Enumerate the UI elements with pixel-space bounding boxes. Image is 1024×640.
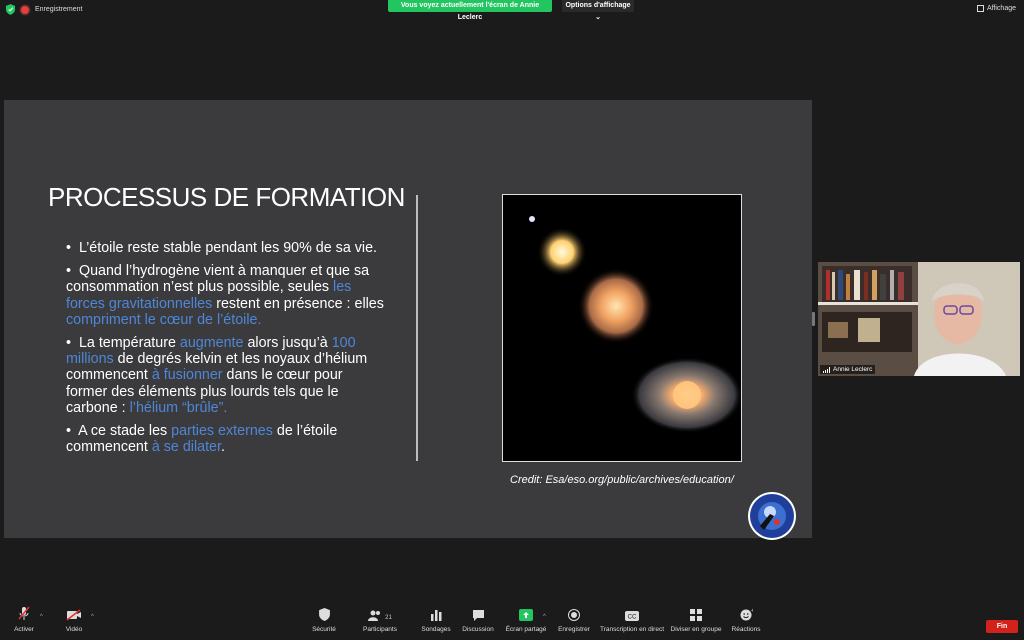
polls-chart-icon — [431, 610, 442, 621]
video-frame — [818, 262, 1020, 376]
end-meeting-button[interactable]: Fin — [986, 620, 1018, 633]
participant-name: Annie Leclerc — [833, 366, 873, 373]
participants-icon — [368, 610, 381, 621]
participants-button[interactable]: 21 Participants — [350, 606, 410, 633]
live-transcription-label: Transcription en direct — [599, 626, 665, 633]
chevron-down-icon: ⌄ — [595, 14, 601, 21]
highlight-text: augmente — [179, 335, 244, 352]
highlight-text: l’hélium “brûle”. — [129, 399, 228, 416]
muted-microphone-icon — [18, 606, 30, 620]
connection-signal-icon — [823, 366, 830, 373]
reactions-smiley-icon: + — [740, 608, 753, 621]
image-credit: Credit: Esa/eso.org/public/archives/educ… — [510, 474, 734, 486]
chat-label: Discussion — [462, 626, 494, 633]
closed-captions-icon: CC — [625, 611, 639, 621]
record-label: Enregistrer — [558, 626, 590, 633]
bullet-item: • Quand l’hydrogène vient à manquer et q… — [66, 263, 384, 328]
participant-name-tag: Annie Leclerc — [820, 365, 876, 374]
grid-icon — [976, 5, 984, 12]
participant-video-tile[interactable]: Annie Leclerc — [818, 262, 1020, 376]
recording-indicator[interactable]: Enregistrement — [6, 4, 82, 15]
view-options-button[interactable]: Options d'affichage ⌄ — [562, 0, 634, 21]
security-label: Sécurité — [312, 626, 336, 633]
top-bar: Enregistrement Vous voyez actuellement l… — [0, 0, 1024, 21]
chat-bubble-icon — [472, 610, 484, 621]
security-shield-icon — [318, 608, 330, 621]
video-label: Vidéo — [65, 626, 83, 633]
highlight-text: compriment le cœur de l’étoile. — [66, 311, 262, 328]
record-button[interactable]: Enregistrer — [544, 606, 604, 633]
screen-share-banner: Vous voyez actuellement l'écran de Annie… — [388, 0, 552, 21]
reactions-label: Réactions — [731, 626, 761, 633]
panel-resize-handle[interactable] — [812, 312, 815, 326]
bullet-item: • L’étoile reste stable pendant les 90% … — [66, 240, 378, 256]
bullet-item: • A ce stade les parties externes de l’é… — [66, 423, 338, 456]
view-button[interactable]: Affichage — [976, 5, 1016, 12]
video-options-chevron-icon[interactable]: ^ — [91, 614, 94, 620]
unmute-label: Activer — [14, 626, 34, 633]
slide-divider — [416, 195, 418, 461]
reactions-button[interactable]: + Réactions — [716, 606, 776, 633]
highlight-text: à se dilater — [151, 439, 221, 456]
participants-label: Participants — [363, 626, 397, 633]
recording-label: Enregistrement — [35, 6, 83, 13]
star-evolution-illustration — [529, 216, 741, 433]
svg-text:+: + — [751, 608, 753, 614]
bullet-list: • L’étoile reste stable pendant les 90% … — [66, 240, 386, 462]
breakout-rooms-icon — [690, 609, 702, 621]
live-transcription-button[interactable]: CC Transcription en direct — [596, 606, 668, 633]
polls-label: Sondages — [421, 626, 451, 633]
highlight-text: parties externes — [171, 423, 273, 440]
security-button[interactable]: Sécurité — [294, 606, 354, 633]
slide-title: PROCESSUS DE FORMATION — [48, 182, 405, 212]
astronomy-club-logo — [748, 492, 796, 540]
record-dot-icon — [21, 5, 29, 14]
meeting-toolbar: Activer ^ Vidéo ^ Sécurité 21 Participan… — [0, 606, 1024, 640]
view-button-label: Affichage — [986, 5, 1016, 12]
share-screen-icon — [519, 609, 533, 621]
share-screen-label: Écran partagé — [505, 626, 547, 633]
shield-icon[interactable] — [6, 4, 15, 15]
record-icon — [568, 609, 580, 621]
video-off-icon — [66, 609, 81, 621]
star-evolution-image — [502, 194, 742, 462]
audio-options-chevron-icon[interactable]: ^ — [40, 614, 43, 620]
svg-text:CC: CC — [628, 615, 637, 621]
bullet-item: • La température augmente alors jusqu’à … — [66, 335, 368, 416]
video-button[interactable]: Vidéo — [44, 606, 104, 633]
breakout-rooms-label: Diviser en groupe — [670, 626, 722, 633]
participants-count: 21 — [385, 615, 392, 621]
shared-slide: PROCESSUS DE FORMATION • L’étoile reste … — [4, 100, 812, 540]
highlight-text: à fusionner — [151, 367, 223, 384]
view-options-label: Options d'affichage — [565, 2, 631, 9]
